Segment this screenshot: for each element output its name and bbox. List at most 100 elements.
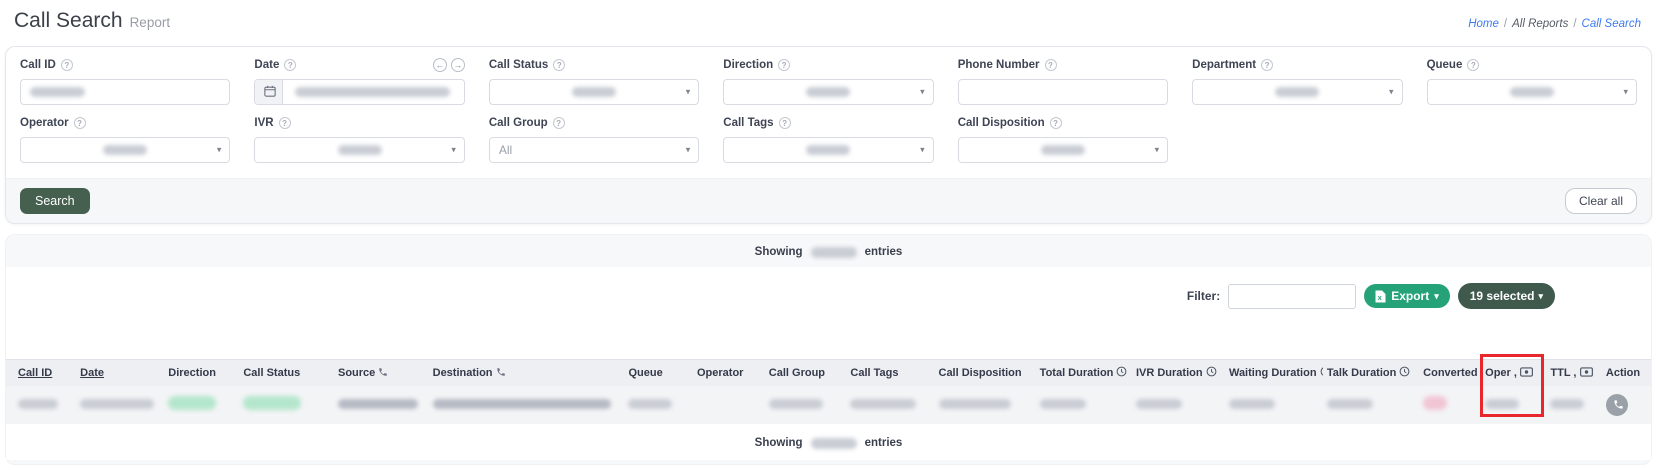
help-icon[interactable]: ? (1261, 59, 1273, 71)
column-header-action[interactable]: Action (1602, 360, 1651, 387)
call-disposition-select[interactable]: ▾ (958, 137, 1168, 163)
ivr-select[interactable]: ▾ (254, 137, 464, 163)
table-filter-input[interactable] (1228, 284, 1356, 309)
export-button[interactable]: x Export ▾ (1364, 284, 1450, 308)
redacted-value (769, 399, 823, 409)
filter-label-wrap: Queue? (1427, 59, 1480, 71)
redacted-value (628, 399, 672, 409)
prev-arrow-icon[interactable]: ← (433, 58, 447, 72)
queue-select[interactable]: ▾ (1427, 79, 1637, 105)
banknote-icon (1520, 367, 1533, 380)
search-button[interactable]: Search (20, 188, 90, 214)
redacted-value (338, 399, 418, 409)
cell-date (76, 386, 164, 424)
column-header-source[interactable]: Source (334, 360, 429, 387)
column-header-oper[interactable]: Oper , (1481, 360, 1546, 387)
column-header-ivr-duration[interactable]: IVR Duration (1132, 360, 1225, 387)
call-group-select[interactable]: All▾ (489, 137, 699, 163)
column-header-converted[interactable]: Converted (1419, 360, 1481, 387)
filter-label-wrap: Department? (1192, 59, 1273, 71)
chevron-down-icon: ▾ (217, 144, 222, 155)
date-input[interactable] (254, 79, 464, 105)
cell-oper (1481, 386, 1546, 424)
phone-number-input-field[interactable] (968, 80, 1158, 104)
redacted-value (572, 87, 616, 97)
call-id-input[interactable] (20, 79, 230, 105)
help-icon[interactable]: ? (553, 117, 565, 129)
help-icon[interactable]: ? (1467, 59, 1479, 71)
column-header-ttl[interactable]: TTL , (1546, 360, 1601, 387)
calendar-icon-button[interactable] (255, 80, 283, 104)
help-icon[interactable]: ? (61, 59, 73, 71)
cell-call-id (6, 386, 76, 424)
help-icon[interactable]: ? (74, 117, 86, 129)
column-header-talk-duration[interactable]: Talk Duration (1323, 360, 1419, 387)
phone-number-input[interactable] (958, 79, 1168, 105)
filter-label-row: IVR? (254, 116, 464, 130)
operator-select[interactable]: ▾ (20, 137, 230, 163)
cell-queue (624, 386, 693, 424)
clock-icon (1206, 366, 1217, 380)
breadcrumb-all-reports[interactable]: All Reports (1512, 18, 1568, 30)
page-title: Call Search (14, 9, 123, 33)
column-header-total-duration[interactable]: Total Duration (1036, 360, 1132, 387)
column-header-operator[interactable]: Operator (693, 360, 765, 387)
help-icon[interactable]: ? (279, 117, 291, 129)
call-action-button[interactable] (1606, 394, 1628, 416)
help-icon[interactable]: ? (553, 59, 565, 71)
column-header-call-group[interactable]: Call Group (765, 360, 847, 387)
filter-label: Call Status (489, 59, 548, 71)
chevron-down-icon: ▾ (920, 144, 925, 155)
help-icon[interactable]: ? (778, 59, 790, 71)
chevron-down-icon: ▾ (1389, 86, 1394, 97)
department-select[interactable]: ▾ (1192, 79, 1402, 105)
help-icon[interactable]: ? (1045, 59, 1057, 71)
clear-all-button[interactable]: Clear all (1565, 188, 1637, 214)
column-header-call-id[interactable]: Call ID (6, 360, 76, 387)
filter-label-row: Call Group? (489, 116, 699, 130)
filter-field-date: Date?←→ (254, 58, 464, 105)
next-arrow-icon[interactable]: → (451, 58, 465, 72)
breadcrumb-home[interactable]: Home (1468, 18, 1499, 30)
chevron-down-icon: ▾ (1155, 144, 1160, 155)
column-header-call-disposition[interactable]: Call Disposition (935, 360, 1036, 387)
column-header-call-tags[interactable]: Call Tags (846, 360, 934, 387)
table-row (6, 386, 1651, 424)
filter-field-call-tags: Call Tags?▾ (723, 116, 933, 163)
export-label: Export (1391, 289, 1429, 303)
filter-card: Call ID?Date?←→Call Status?▾Direction?▾P… (5, 46, 1652, 224)
filter-label: Queue (1427, 59, 1463, 71)
clock-icon (1399, 366, 1410, 380)
columns-selected-button[interactable]: 19 selected ▾ (1458, 283, 1555, 309)
table-wrap: Call IDDateDirectionCall StatusSourceDes… (6, 359, 1651, 424)
help-icon[interactable]: ? (1050, 117, 1062, 129)
column-label: Talk Duration (1327, 367, 1396, 379)
breadcrumb-separator: / (1573, 18, 1576, 30)
call-status-select[interactable]: ▾ (489, 79, 699, 105)
column-header-waiting-duration[interactable]: Waiting Duration (1225, 360, 1323, 387)
breadcrumb-call-search[interactable]: Call Search (1582, 18, 1641, 30)
help-icon[interactable]: ? (779, 117, 791, 129)
column-header-date[interactable]: Date (76, 360, 164, 387)
column-header-direction[interactable]: Direction (164, 360, 239, 387)
filter-label: Direction (723, 59, 773, 71)
redacted-value (1041, 145, 1085, 155)
redacted-value (939, 399, 1011, 409)
column-header-queue[interactable]: Queue (624, 360, 693, 387)
column-header-destination[interactable]: Destination (429, 360, 625, 387)
filter-label-row: Operator? (20, 116, 230, 130)
column-header-call-status[interactable]: Call Status (239, 360, 334, 387)
calendar-icon (264, 85, 276, 100)
help-icon[interactable]: ? (284, 59, 296, 71)
phone-icon (378, 367, 388, 380)
filter-grid: Call ID?Date?←→Call Status?▾Direction?▾P… (6, 47, 1651, 178)
call-tags-select[interactable]: ▾ (723, 137, 933, 163)
direction-select[interactable]: ▾ (723, 79, 933, 105)
filter-field-queue: Queue? ▾ (1427, 58, 1637, 105)
column-label: Call Tags (850, 367, 898, 379)
chevron-down-icon: ▾ (451, 144, 456, 155)
column-label: Operator (697, 367, 743, 379)
chevron-down-icon: ▾ (1538, 291, 1543, 302)
filter-label-row: Call Status? (489, 58, 699, 72)
filter-label-wrap: Call Status? (489, 59, 565, 71)
